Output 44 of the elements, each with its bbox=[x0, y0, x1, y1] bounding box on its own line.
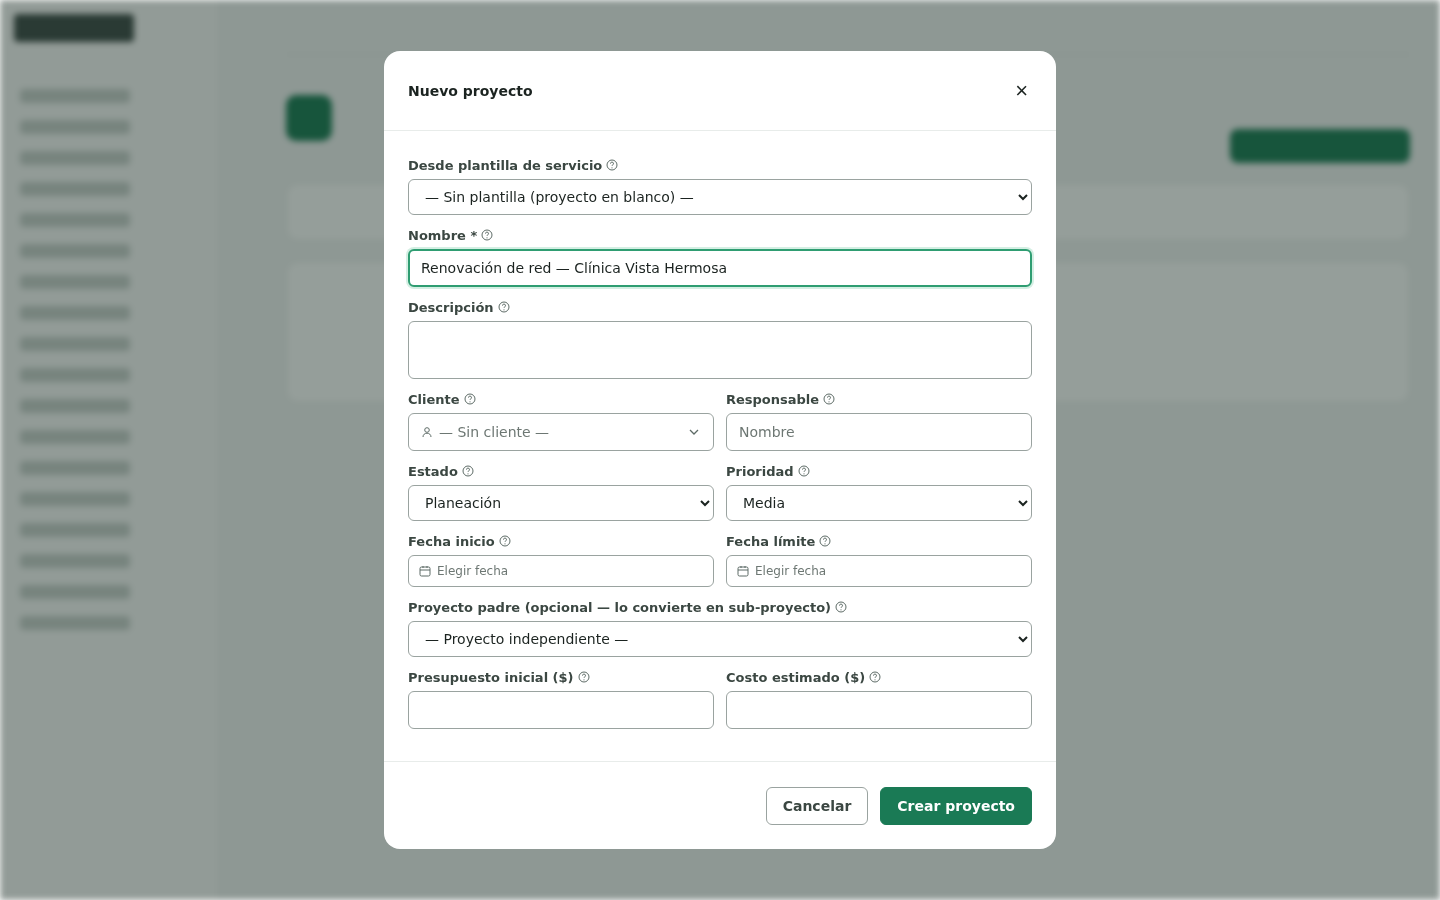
field-label: Prioridad bbox=[726, 463, 794, 479]
help-icon[interactable] bbox=[869, 671, 882, 683]
date-field[interactable]: Elegir fecha bbox=[408, 555, 714, 587]
field-label: Proyecto padre (opcional — lo convierte en sub-proyecto) bbox=[408, 599, 832, 615]
date-field[interactable]: Elegir fecha bbox=[726, 555, 1032, 587]
person-icon bbox=[421, 426, 433, 438]
help-icon[interactable] bbox=[498, 535, 511, 547]
field-label: Costo estimado ($) bbox=[726, 669, 866, 685]
help-icon[interactable] bbox=[497, 301, 510, 313]
field-label: Cliente bbox=[408, 391, 460, 407]
help-icon[interactable] bbox=[463, 393, 476, 405]
field-label: Estado bbox=[408, 463, 458, 479]
help-icon[interactable] bbox=[823, 393, 836, 405]
select-field[interactable]: Media bbox=[726, 485, 1032, 521]
chevron-down-icon bbox=[689, 429, 699, 435]
close-button[interactable]: × bbox=[1011, 79, 1032, 102]
description-field[interactable] bbox=[408, 321, 1032, 379]
help-icon[interactable] bbox=[819, 535, 832, 547]
field-label: Descripción bbox=[408, 299, 494, 315]
help-icon[interactable] bbox=[461, 465, 474, 477]
field-label: Responsable bbox=[726, 391, 820, 407]
help-icon[interactable] bbox=[606, 159, 619, 171]
select-field[interactable]: — Sin plantilla (proyecto en blanco) — bbox=[408, 179, 1032, 215]
input-field[interactable]: Renovación de red — Clínica Vista Hermosa bbox=[408, 249, 1032, 287]
help-icon[interactable] bbox=[797, 465, 810, 477]
input-field[interactable] bbox=[408, 691, 714, 729]
calendar-icon bbox=[419, 565, 431, 577]
calendar-icon bbox=[737, 565, 749, 577]
create-button[interactable]: Crear proyecto bbox=[880, 786, 1032, 825]
cancel-button[interactable]: Cancelar bbox=[765, 786, 869, 825]
dialog-title: Nuevo proyecto bbox=[408, 82, 533, 99]
input-field[interactable] bbox=[726, 691, 1032, 729]
select-field[interactable]: Planeación bbox=[408, 485, 714, 521]
field-label: Presupuesto inicial ($) bbox=[408, 669, 574, 685]
field-label: Desde plantilla de servicio bbox=[408, 157, 603, 173]
field-label: Fecha límite bbox=[726, 533, 816, 549]
client-select[interactable]: — Sin cliente — bbox=[408, 413, 714, 451]
help-icon[interactable] bbox=[481, 229, 494, 241]
help-icon[interactable] bbox=[835, 601, 848, 613]
input-field[interactable]: Nombre bbox=[726, 413, 1032, 451]
select-field[interactable]: — Proyecto independiente — bbox=[408, 621, 1032, 657]
field-label: Fecha inicio bbox=[408, 533, 495, 549]
help-icon[interactable] bbox=[577, 671, 590, 683]
field-label: Nombre * bbox=[408, 227, 478, 243]
